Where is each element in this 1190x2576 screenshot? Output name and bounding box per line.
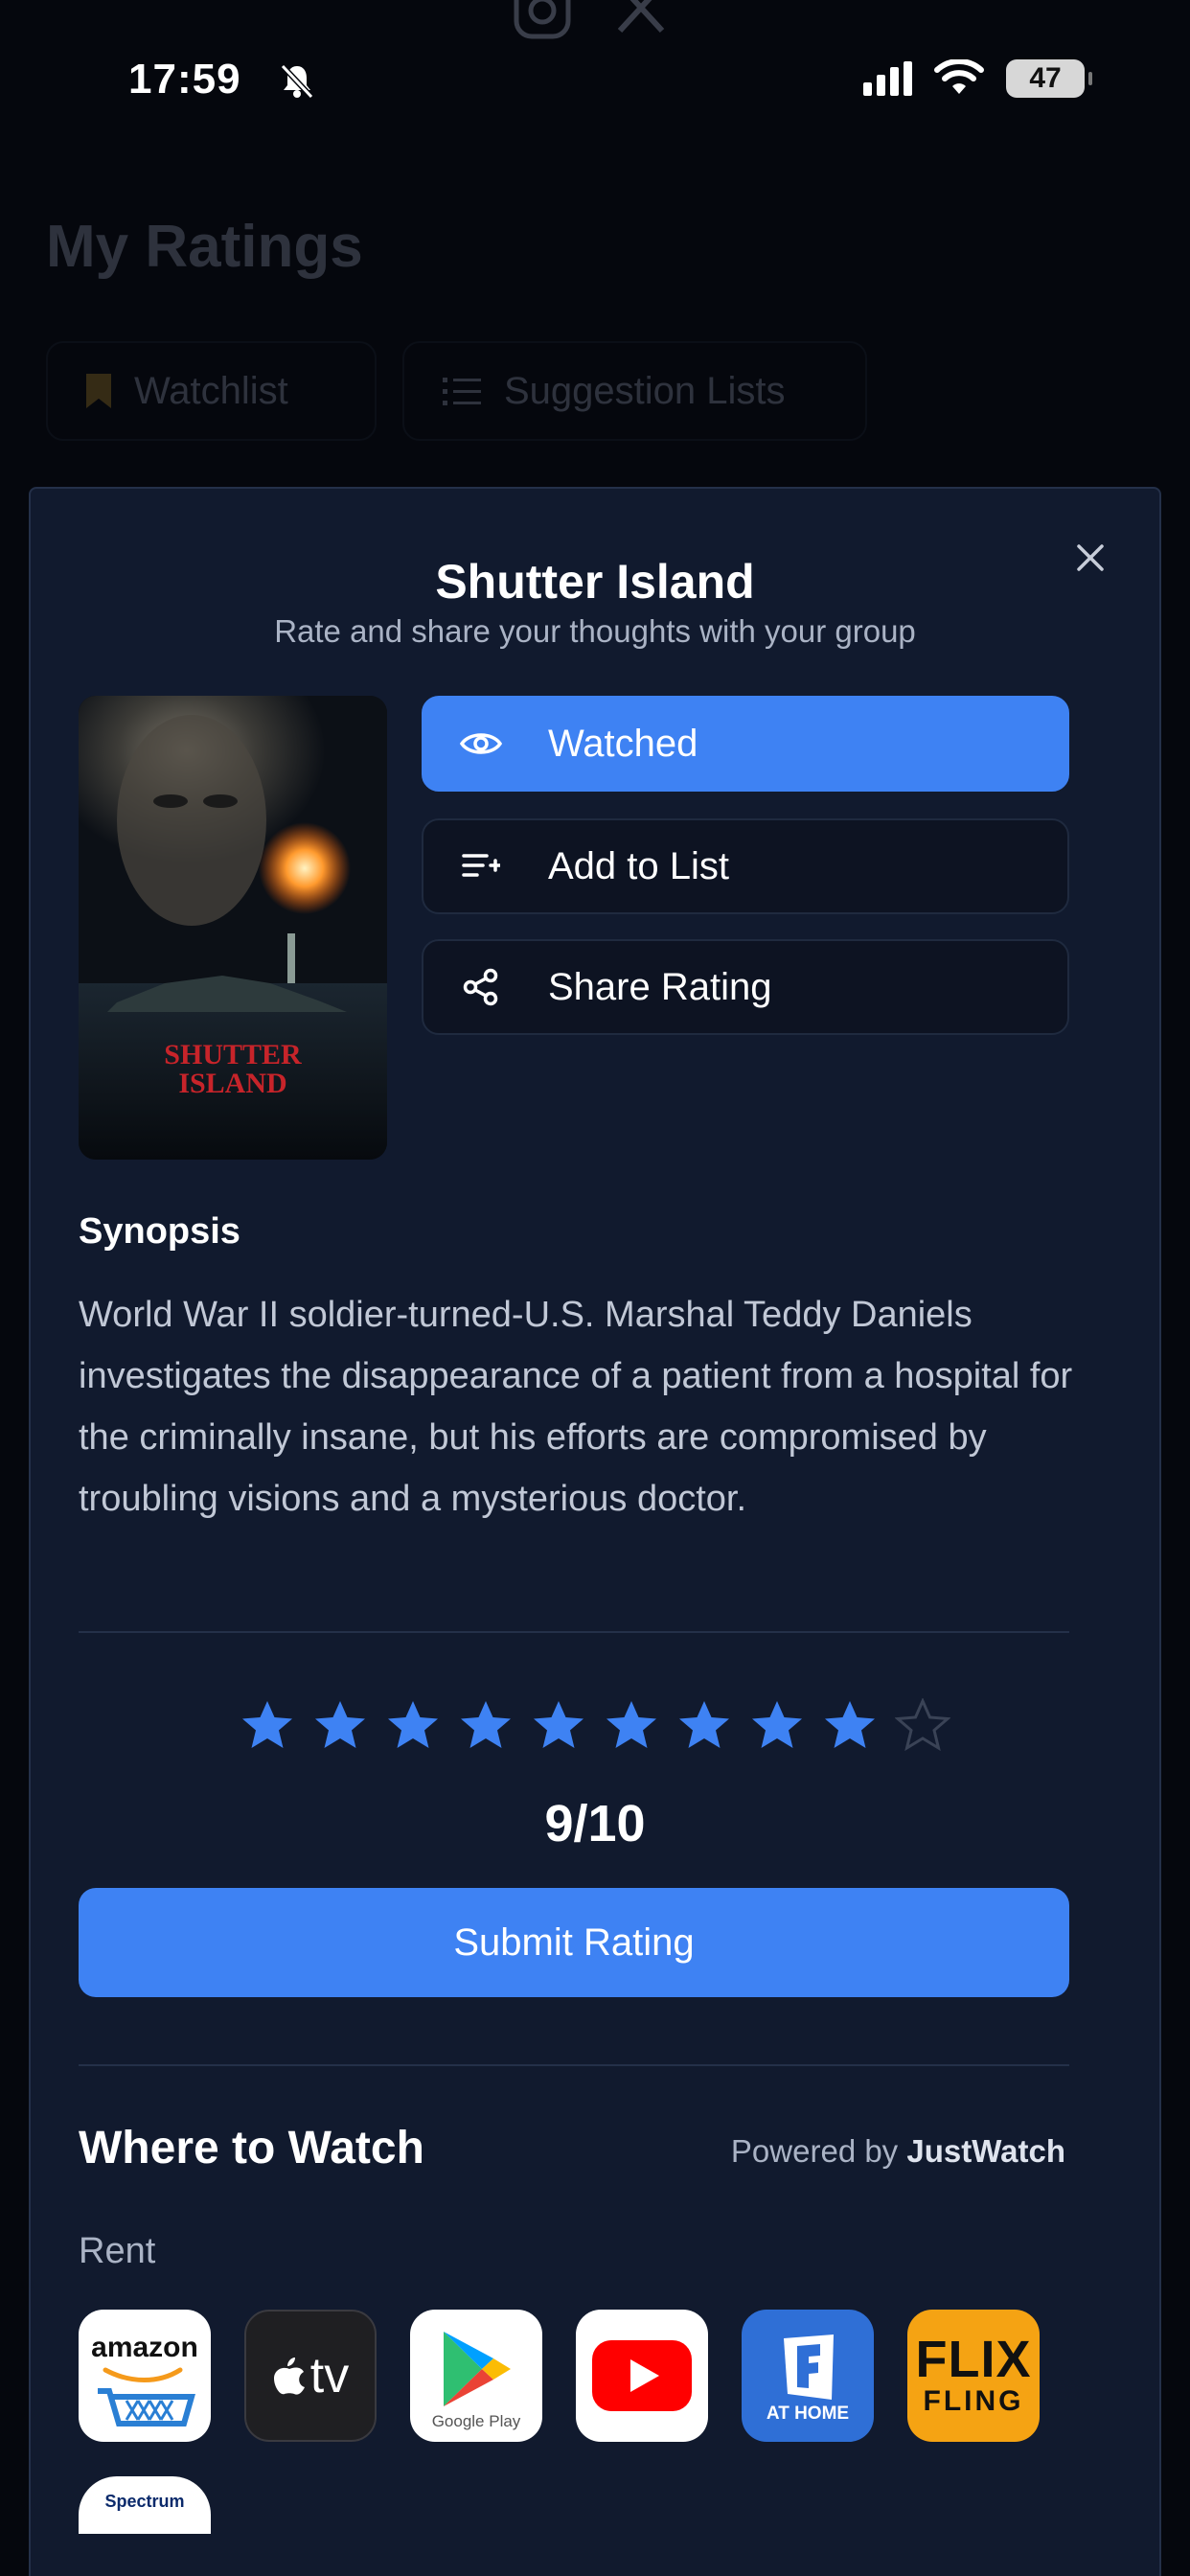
justwatch-link[interactable]: JustWatch — [906, 2133, 1065, 2169]
rent-label: Rent — [79, 2231, 156, 2271]
share-rating-label: Share Rating — [548, 965, 772, 1008]
battery-indicator: 47 — [1006, 59, 1092, 98]
provider-fandango-at-home[interactable]: AT HOME — [742, 2310, 874, 2442]
flixfling-top: FLIX — [915, 2331, 1032, 2388]
modal-subtitle: Rate and share your thoughts with your g… — [274, 613, 916, 649]
amazon-icon: amazon — [91, 2332, 198, 2363]
add-to-list-label: Add to List — [548, 844, 730, 887]
instagram-icon — [514, 0, 571, 39]
star-icon[interactable] — [531, 1698, 586, 1754]
svg-text:ISLAND: ISLAND — [178, 1068, 286, 1099]
provider-google-play[interactable]: Google Play — [410, 2310, 542, 2442]
provider-youtube[interactable] — [576, 2310, 708, 2442]
status-bar: 17:59 47 — [0, 0, 1190, 153]
add-list-icon — [458, 843, 504, 889]
apple-tv-label: tv — [309, 2348, 350, 2404]
social-icons — [513, 0, 668, 40]
fandango-label: AT HOME — [766, 2404, 850, 2424]
star-icon[interactable] — [822, 1698, 878, 1754]
movie-title: Shutter Island — [435, 555, 755, 609]
tab-suggestion-lists-label: Suggestion Lists — [504, 369, 786, 412]
star-icon[interactable] — [240, 1698, 295, 1754]
status-time: 17:59 — [128, 56, 241, 103]
flixfling-bottom: FLING — [923, 2385, 1024, 2417]
divider — [79, 1631, 1069, 1633]
list-icon — [443, 378, 481, 405]
page-title: My Ratings — [46, 214, 363, 280]
cellular-signal-icon — [863, 61, 912, 96]
google-play-icon — [444, 2332, 511, 2406]
provider-spectrum[interactable]: Spectrum — [79, 2476, 211, 2534]
star-icon[interactable] — [895, 1698, 950, 1754]
star-icon[interactable] — [749, 1698, 805, 1754]
movie-poster: SHUTTER ISLAND — [79, 696, 387, 1160]
provider-apple-tv[interactable]: tv — [244, 2310, 377, 2442]
share-icon — [458, 964, 504, 1010]
star-icon[interactable] — [676, 1698, 732, 1754]
powered-by: Powered by JustWatch — [731, 2133, 1065, 2170]
star-icon[interactable] — [458, 1698, 514, 1754]
provider-flixfling[interactable]: FLIX FLING — [907, 2310, 1040, 2442]
bookmark-icon — [86, 374, 111, 408]
synopsis-heading: Synopsis — [79, 1211, 240, 1252]
where-to-watch-title: Where to Watch — [79, 2123, 424, 2174]
submit-rating-button[interactable]: Submit Rating — [79, 1888, 1069, 1997]
eye-icon — [458, 721, 504, 767]
wifi-icon — [934, 59, 984, 94]
tab-suggestion-lists[interactable]: Suggestion Lists — [402, 341, 867, 441]
watched-button[interactable]: Watched — [422, 696, 1069, 792]
star-icon[interactable] — [604, 1698, 659, 1754]
fandango-icon — [784, 2334, 834, 2400]
bell-muted-icon — [280, 63, 314, 100]
poster-title-text: SHUTTER — [164, 1039, 302, 1070]
rating-value: 9/10 — [544, 1795, 646, 1852]
watched-label: Watched — [548, 722, 698, 765]
tab-watchlist-label: Watchlist — [134, 369, 288, 412]
status-right: 47 — [863, 59, 1092, 98]
add-to-list-button[interactable]: Add to List — [422, 818, 1069, 914]
powered-by-prefix: Powered by — [730, 2133, 899, 2169]
cart-graphic — [98, 2367, 195, 2426]
star-icon[interactable] — [385, 1698, 441, 1754]
synopsis-text: World War II soldier-turned-U.S. Marshal… — [79, 1295, 1073, 1519]
spectrum-icon: Spectrum — [104, 2492, 185, 2511]
provider-list: amazon tv Google Play AT HOME FLIX FLING — [79, 2310, 1040, 2442]
star-icon[interactable] — [312, 1698, 368, 1754]
provider-amazon[interactable]: amazon — [79, 2310, 211, 2442]
tab-watchlist[interactable]: Watchlist — [46, 341, 377, 441]
google-play-label: Google Play — [431, 2412, 521, 2430]
x-icon — [617, 0, 665, 34]
youtube-icon — [592, 2340, 692, 2411]
share-rating-button[interactable]: Share Rating — [422, 939, 1069, 1035]
divider — [79, 2064, 1069, 2066]
rating-modal: Shutter Island Rate and share your thoug… — [29, 487, 1161, 2576]
background-page: My Ratings Watchlist Suggestion Lists — [0, 153, 1190, 498]
apple-tv-icon — [273, 2358, 305, 2395]
star-rating — [31, 1698, 1159, 1754]
